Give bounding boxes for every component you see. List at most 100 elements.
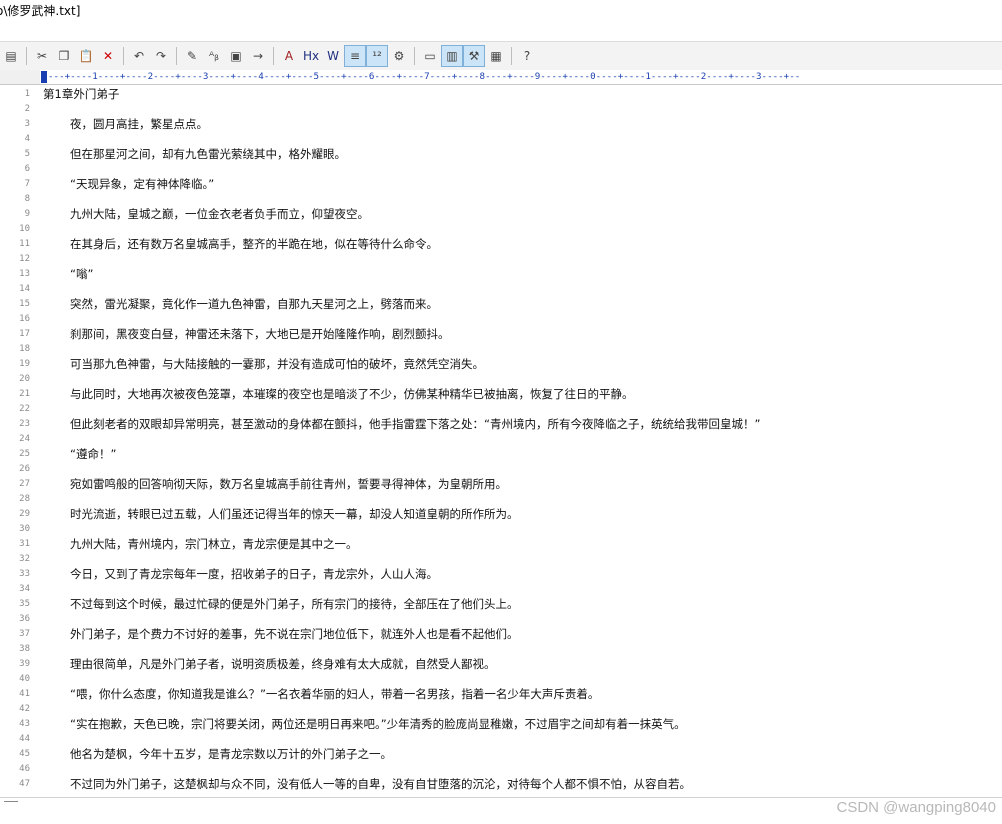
view-split-icon: ▥	[446, 49, 458, 63]
toolbar: ▤ ✂ ❐ 📋 ✕ ↶ ↷ ✎ ᴬᵦ ▣ → A Hx W ≡ ¹² ⚙ ▭ ▥ ⚒ ▦?	[0, 41, 1002, 71]
view-single-button[interactable]: ▭	[420, 46, 440, 66]
text-line[interactable]: 12	[0, 252, 1002, 267]
toolbar-separator	[176, 47, 177, 65]
text-line[interactable]: 31 九州大陆，青州境内，宗门林立，青龙宗便是其中之一。	[0, 537, 1002, 552]
text-line[interactable]: 45 他名为楚枫，今年十五岁，是青龙宗数以万计的外门弟子之一。	[0, 747, 1002, 762]
settings-button[interactable]: ⚙	[389, 46, 409, 66]
header-button[interactable]: Hx	[301, 46, 321, 66]
line-number: 18	[19, 344, 30, 354]
text-line[interactable]: 15 突然，雷光凝聚，竟化作一道九色神雷，自那九天星河之上，劈落而来。	[0, 297, 1002, 312]
tool-button[interactable]: ⚒	[463, 45, 485, 67]
delete-button[interactable]: ✕	[98, 46, 118, 66]
find-in-files-button[interactable]: ▣	[226, 46, 246, 66]
line-number: 17	[19, 329, 30, 339]
text-line[interactable]: 38	[0, 642, 1002, 657]
replace-button[interactable]: ᴬᵦ	[204, 46, 224, 66]
text-line[interactable]: 43 “实在抱歉，天色已晚，宗门将要关闭，两位还是明日再来吧。”少年清秀的脸庞尚显…	[0, 717, 1002, 732]
line-text: 第1章外门弟子	[43, 87, 120, 101]
text-line[interactable]: 35 不过每到这个时候，最过忙碌的便是外门弟子，所有宗门的接待，全部压在了他们头上…	[0, 597, 1002, 612]
text-line[interactable]: 6	[0, 162, 1002, 177]
help-button[interactable]: ?	[517, 46, 537, 66]
text-line[interactable]: 25 “遵命！”	[0, 447, 1002, 462]
line-number: 19	[19, 359, 30, 369]
text-line[interactable]: 30	[0, 522, 1002, 537]
text-line[interactable]: 41 “喂，你什么态度，你知道我是谁么？”一名衣着华丽的妇人，带着一名男孩，指着一…	[0, 687, 1002, 702]
text-line[interactable]: 16	[0, 312, 1002, 327]
goto-button[interactable]: →	[248, 46, 268, 66]
text-line[interactable]: 9 九州大陆，皇城之巅，一位金衣老者负手而立，仰望夜空。	[0, 207, 1002, 222]
line-number: 15	[19, 299, 30, 309]
text-line[interactable]: 4	[0, 132, 1002, 147]
line-number: 38	[19, 644, 30, 654]
text-line[interactable]: 29 时光流逝，转眼已过五载，人们虽还记得当年的惊天一幕，却没人知道皇朝的所作所为…	[0, 507, 1002, 522]
text-line[interactable]: 39 理由很简单，凡是外门弟子者，说明资质极差，终身难有太大成就，自然受人鄙视。	[0, 657, 1002, 672]
view-split-button[interactable]: ▥	[441, 45, 463, 67]
tool-icon: ⚒	[468, 49, 480, 63]
line-number: 11	[19, 239, 30, 249]
text-editor-area[interactable]: 1 第1章外门弟子 2 3 夜，圆月高挂，繁星点点。 4 5 但在那星河之间，却有九色雷光萦绕…	[0, 85, 1002, 797]
text-line[interactable]: 3 夜，圆月高挂，繁星点点。	[0, 117, 1002, 132]
line-number: 26	[19, 464, 30, 474]
text-line[interactable]: 2	[0, 102, 1002, 117]
paste-button[interactable]: 📋	[76, 46, 96, 66]
watermark: CSDN @wangping8040	[836, 799, 997, 816]
text-line[interactable]: 7 “天现异象，定有神体降临。”	[0, 177, 1002, 192]
line-text: 宛如雷鸣般的回答响彻天际，数万名皇城高手前往青州，誓要寻得神体，为皇朝所用。	[70, 477, 507, 491]
text-line[interactable]: 20	[0, 372, 1002, 387]
line-text: 九州大陆，青州境内，宗门林立，青龙宗便是其中之一。	[70, 537, 358, 551]
text-line[interactable]: 32	[0, 552, 1002, 567]
find-in-files-icon: ▣	[230, 49, 242, 63]
undo-button[interactable]: ↶	[129, 46, 149, 66]
text-line[interactable]: 42	[0, 702, 1002, 717]
line-text: 夜，圆月高挂，繁星点点。	[70, 117, 208, 131]
text-line[interactable]: 46	[0, 762, 1002, 777]
column-ruler: ---+----1----+----2----+----3----+----4-…	[0, 70, 1002, 85]
find-button[interactable]: ✎	[182, 46, 202, 66]
text-line[interactable]: 1 第1章外门弟子	[0, 87, 1002, 102]
copy-button[interactable]: ❐	[54, 46, 74, 66]
ruler-scale: ---+----1----+----2----+----3----+----4-…	[48, 71, 801, 82]
word-wrap-button[interactable]: ≡	[344, 45, 366, 67]
text-line[interactable]: 34	[0, 582, 1002, 597]
text-line[interactable]: 10	[0, 222, 1002, 237]
text-line[interactable]: 27 宛如雷鸣般的回答响彻天际，数万名皇城高手前往青州，誓要寻得神体，为皇朝所用。	[0, 477, 1002, 492]
line-number: 9	[24, 209, 30, 219]
text-line[interactable]: 24	[0, 432, 1002, 447]
font-button[interactable]: A	[279, 46, 299, 66]
ruler-gutter	[0, 70, 40, 84]
goto-icon: →	[252, 49, 264, 63]
text-line[interactable]: 33 今日，又到了青龙宗每年一度，招收弟子的日子，青龙宗外，人山人海。	[0, 567, 1002, 582]
text-line[interactable]: 11 在其身后，还有数万名皇城高手，整齐的半跪在地，似在等待什么命令。	[0, 237, 1002, 252]
print-button[interactable]: ▦	[486, 46, 506, 66]
text-line[interactable]: 40	[0, 672, 1002, 687]
text-line[interactable]: 5 但在那星河之间，却有九色雷光萦绕其中，格外耀眼。	[0, 147, 1002, 162]
redo-button[interactable]: ↷	[151, 46, 171, 66]
text-line[interactable]: 14	[0, 282, 1002, 297]
text-line[interactable]: 44	[0, 732, 1002, 747]
text-line[interactable]: 37 外门弟子，是个费力不讨好的差事，先不说在宗门地位低下，就连外人也是看不起他们…	[0, 627, 1002, 642]
text-line[interactable]: 23 但此刻老者的双眼却异常明亮，甚至激动的身体都在颤抖，他手指雷霆下落之处：“青…	[0, 417, 1002, 432]
line-number: 10	[19, 224, 30, 234]
line-numbers-button[interactable]: ¹²	[366, 45, 388, 67]
text-line[interactable]: 22	[0, 402, 1002, 417]
line-number: 20	[19, 374, 30, 384]
line-number: 8	[24, 194, 30, 204]
word-wrap-icon: ≡	[349, 49, 361, 63]
text-line[interactable]: 13 “嗡”	[0, 267, 1002, 282]
text-line[interactable]: 18	[0, 342, 1002, 357]
italic-w-button[interactable]: W	[323, 46, 343, 66]
line-number: 16	[19, 314, 30, 324]
text-line[interactable]: 8	[0, 192, 1002, 207]
cut-button[interactable]: ✂	[32, 46, 52, 66]
text-line[interactable]: 36	[0, 612, 1002, 627]
text-line[interactable]: 47 不过同为外门弟子，这楚枫却与众不同，没有低人一等的自卑，没有自甘堕落的沉沦，…	[0, 777, 1002, 792]
text-line[interactable]: 19 可当那九色神雷，与大陆接触的一霎那，并没有造成可怕的破坏，竟然凭空消失。	[0, 357, 1002, 372]
text-line[interactable]: 17 刹那间，黑夜变白昼，神雷还未落下，大地已是开始隆隆作响，剧烈颤抖。	[0, 327, 1002, 342]
document-button[interactable]: ▤	[1, 46, 21, 66]
text-line[interactable]: 26	[0, 462, 1002, 477]
text-line[interactable]: 21 与此同时，大地再次被夜色笼罩，本璀璨的夜空也是暗淡了不少，仿佛某种精华已被抽…	[0, 387, 1002, 402]
line-number: 22	[19, 404, 30, 414]
text-line[interactable]: 28	[0, 492, 1002, 507]
toolbar-separator	[26, 47, 27, 65]
line-number: 2	[24, 104, 30, 114]
